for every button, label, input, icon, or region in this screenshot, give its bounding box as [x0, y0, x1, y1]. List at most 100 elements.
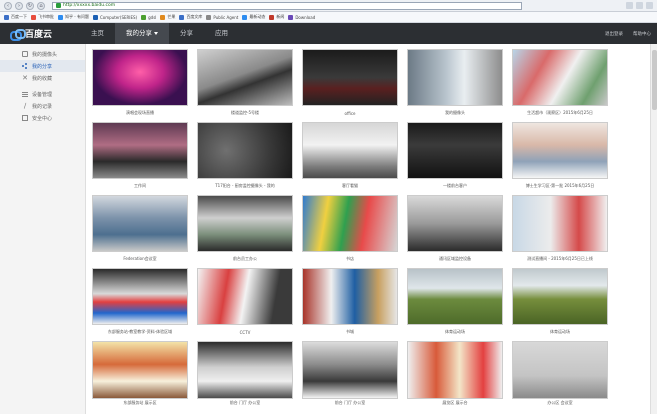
camera-caption[interactable]: 前台 门厅 办公室 — [302, 399, 398, 407]
camera-thumbnail[interactable] — [407, 49, 503, 106]
camera-card[interactable]: 通讯区域监控设备 — [407, 195, 503, 268]
camera-thumbnail[interactable] — [407, 341, 503, 399]
scrollbar[interactable] — [650, 44, 657, 414]
back-icon[interactable]: ‹ — [4, 1, 12, 10]
sidebar-item[interactable]: ✕ 我的收藏 — [0, 72, 85, 84]
camera-card[interactable]: 体育运动场 — [407, 268, 503, 341]
bookmark-item[interactable]: 飞书审批 — [31, 14, 54, 20]
camera-thumbnail[interactable] — [92, 341, 188, 399]
camera-thumbnail[interactable] — [407, 195, 503, 252]
camera-caption[interactable]: 展览区 展示台 — [407, 399, 503, 407]
camera-caption[interactable]: 书店 — [302, 252, 398, 266]
camera-card[interactable]: 办公区 会议室 — [512, 341, 608, 414]
sidebar-item[interactable]: 安全中心 — [0, 112, 85, 124]
camera-card[interactable]: 东部服务站 展示区 — [92, 341, 188, 414]
camera-card[interactable]: 博士生学习区-第一批 2015年6月25日 — [512, 122, 608, 195]
camera-thumbnail[interactable] — [407, 268, 503, 325]
nav-tab[interactable]: 应用 — [204, 23, 239, 44]
camera-caption[interactable]: office — [302, 106, 398, 120]
camera-caption[interactable]: 客厅看猫 — [302, 179, 398, 193]
camera-thumbnail[interactable] — [197, 195, 293, 252]
camera-caption[interactable]: 一楼前台客户 — [407, 179, 503, 193]
reload-icon[interactable]: ↻ — [26, 1, 34, 10]
camera-thumbnail[interactable] — [512, 341, 608, 399]
camera-card[interactable]: 前台员工办公 — [197, 195, 293, 268]
camera-card[interactable]: T17阳台 - 厨房监控摄像头 - 我的 — [197, 122, 293, 195]
camera-card[interactable]: 我的摄像头 — [407, 49, 503, 122]
camera-thumbnail[interactable] — [512, 122, 608, 179]
camera-card[interactable]: 书城 — [302, 268, 398, 341]
camera-caption[interactable]: 书城 — [302, 325, 398, 339]
camera-thumbnail[interactable] — [302, 195, 398, 252]
camera-caption[interactable]: 办公区 会议室 — [512, 399, 608, 407]
bookmark-item[interactable]: Computer(SERIES) — [93, 14, 137, 20]
sidebar-item[interactable]: 设备管理 — [0, 88, 85, 100]
nav-tab[interactable]: 分享 — [169, 23, 204, 44]
camera-card[interactable]: 东部服务站-教室教学-资料-体验区域 — [92, 268, 188, 341]
camera-thumbnail[interactable] — [302, 122, 398, 179]
camera-card[interactable]: 前台 门厅 办公室 — [197, 341, 293, 414]
bookmark-item[interactable]: Public Agent — [206, 14, 238, 20]
camera-caption[interactable]: Federation会议室 — [92, 252, 188, 266]
camera-card[interactable]: Federation会议室 — [92, 195, 188, 268]
camera-card[interactable]: 生活超市（观察区）2015年6月25日 — [512, 49, 608, 122]
camera-caption[interactable]: 东部服务站 展示区 — [92, 399, 188, 407]
camera-caption[interactable]: 测试直播间 - 2015年6月25日已上线 — [512, 252, 608, 266]
camera-card[interactable]: 客厅看猫 — [302, 122, 398, 195]
sidebar-item[interactable]: 我的摄像头 — [0, 48, 85, 60]
camera-caption[interactable]: 东部服务站-教室教学-资料-体验区域 — [92, 325, 188, 339]
camera-thumbnail[interactable] — [512, 268, 608, 325]
camera-caption[interactable]: 演唱会现场直播 — [92, 106, 188, 120]
camera-caption[interactable]: 通讯区域监控设备 — [407, 252, 503, 266]
bookmark-item[interactable]: 百度文库 — [179, 14, 202, 20]
camera-thumbnail[interactable] — [92, 122, 188, 179]
bookmark-item[interactable]: 芒果 — [160, 14, 175, 20]
forward-icon[interactable]: › — [15, 1, 23, 10]
camera-card[interactable]: 体育运动场 — [512, 268, 608, 341]
camera-caption[interactable]: 生活超市（观察区）2015年6月25日 — [512, 106, 608, 120]
camera-caption[interactable]: 体育运动场 — [512, 325, 608, 339]
camera-card[interactable]: 展览区 展示台 — [407, 341, 503, 414]
camera-caption[interactable]: CCTV — [197, 325, 293, 339]
help-link[interactable]: 帮助中心 — [633, 31, 651, 37]
camera-card[interactable]: CCTV — [197, 268, 293, 341]
bookmark-item[interactable]: gdsl — [141, 14, 156, 20]
camera-thumbnail[interactable] — [302, 341, 398, 399]
camera-thumbnail[interactable] — [197, 341, 293, 399]
camera-card[interactable]: 一楼前台客户 — [407, 122, 503, 195]
camera-caption[interactable]: 前台 门厅 办公室 — [197, 399, 293, 407]
bookmark-item[interactable]: 最新动态 — [242, 14, 265, 20]
menu-icon[interactable] — [646, 2, 653, 9]
camera-caption[interactable]: T17阳台 - 厨房监控摄像头 - 我的 — [197, 179, 293, 193]
camera-caption[interactable]: 博士生学习区-第一批 2015年6月25日 — [512, 179, 608, 193]
sidebar-item[interactable]: 我的分享 — [0, 60, 85, 72]
bookmark-item[interactable]: 百度一下 — [4, 14, 27, 20]
scrollbar-thumb[interactable] — [652, 50, 657, 110]
logout-link[interactable]: 退出登录 — [605, 31, 623, 37]
camera-thumbnail[interactable] — [512, 195, 608, 252]
camera-thumbnail[interactable] — [92, 268, 188, 325]
camera-card[interactable]: 测试直播间 - 2015年6月25日已上线 — [512, 195, 608, 268]
camera-card[interactable]: 工作间 — [92, 122, 188, 195]
bookmark-item[interactable]: 新闻 — [269, 14, 284, 20]
logo[interactable]: 百度云 — [0, 27, 80, 41]
camera-caption[interactable]: 工作间 — [92, 179, 188, 193]
camera-thumbnail[interactable] — [302, 49, 398, 106]
nav-tab[interactable]: 主页 — [80, 23, 115, 44]
camera-card[interactable]: 楼道监控-5号楼 — [197, 49, 293, 122]
camera-caption[interactable]: 我的摄像头 — [407, 106, 503, 120]
camera-caption[interactable]: 体育运动场 — [407, 325, 503, 339]
camera-thumbnail[interactable] — [512, 49, 608, 106]
camera-caption[interactable]: 前台员工办公 — [197, 252, 293, 266]
star-icon[interactable] — [626, 2, 633, 9]
bookmark-item[interactable]: Download — [288, 14, 315, 20]
camera-thumbnail[interactable] — [302, 268, 398, 325]
camera-thumbnail[interactable] — [197, 268, 293, 325]
camera-thumbnail[interactable] — [197, 49, 293, 106]
extension-icon[interactable] — [636, 2, 643, 9]
camera-caption[interactable]: 楼道监控-5号楼 — [197, 106, 293, 120]
camera-thumbnail[interactable] — [92, 195, 188, 252]
camera-thumbnail[interactable] — [407, 122, 503, 179]
camera-card[interactable]: 书店 — [302, 195, 398, 268]
camera-card[interactable]: office — [302, 49, 398, 122]
